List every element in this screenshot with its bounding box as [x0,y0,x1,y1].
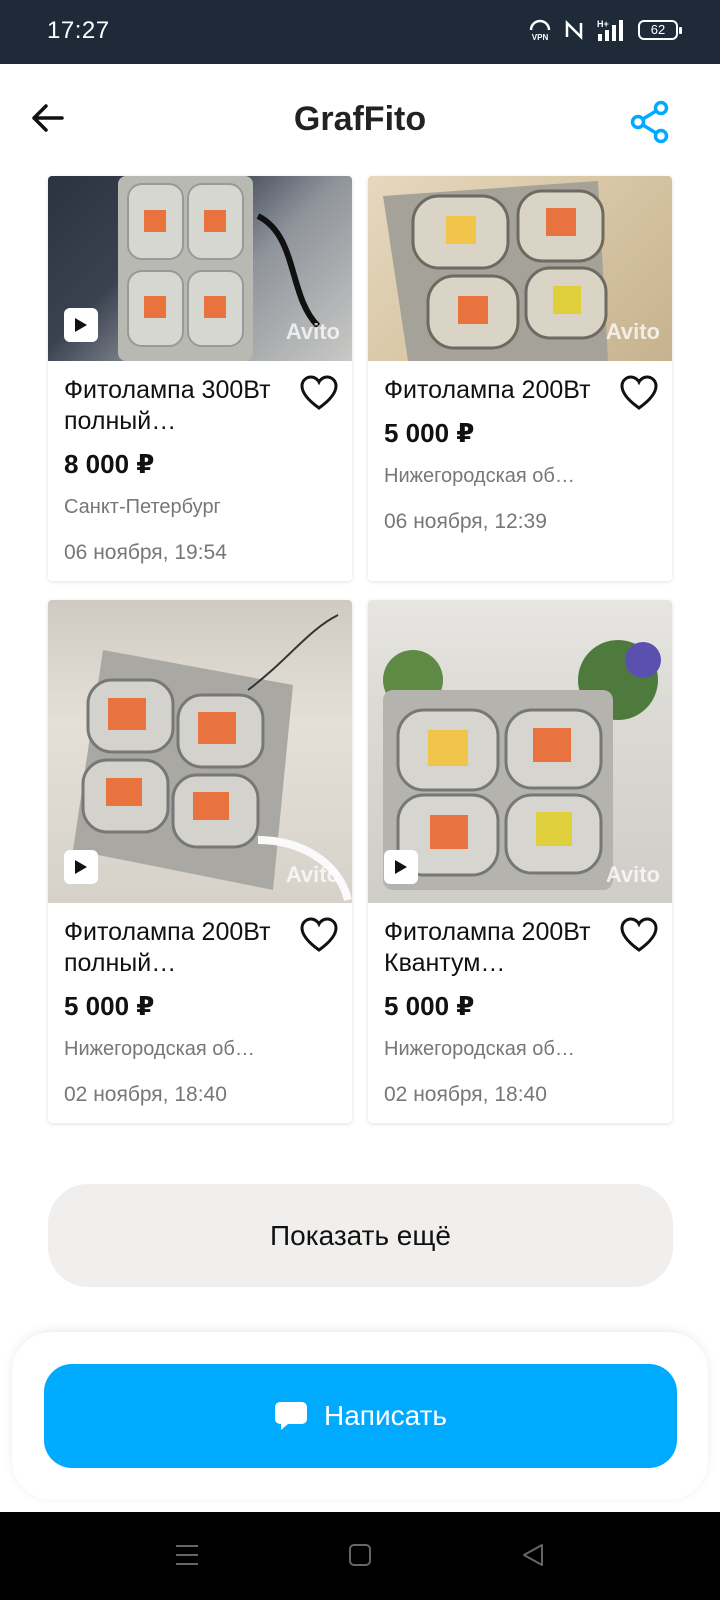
listing-location: Нижегородская об… [384,465,575,487]
listing-location: Санкт-Петербург [64,496,221,518]
nfc-icon [565,19,583,41]
listing-photo[interactable]: Avito [48,176,352,361]
page-title: GrafFito [293,100,427,138]
favorite-heart-icon[interactable] [300,375,338,411]
listing-photo[interactable]: Avito [368,176,672,361]
system-nav-bar [0,1512,720,1600]
listing-location: Нижегородская об… [384,1038,575,1060]
listing-price: 5 000 ₽ [64,991,155,1021]
write-message-button[interactable]: Написать [44,1364,677,1468]
listing-date: 06 ноября, 12:39 [384,510,547,533]
video-play-badge [64,308,98,342]
status-bar: 17:27 VPN H+ 62 [0,0,720,64]
listing-title[interactable]: Фитолампа 200Вт Квантум… [384,917,614,979]
home-icon[interactable] [348,1542,372,1568]
listing-price: 5 000 ₽ [384,418,475,448]
vpn-icon: VPN [529,19,551,42]
status-icons: VPN H+ 62 [528,18,682,42]
listing-title[interactable]: Фитолампа 200Вт полный… [64,917,294,979]
listing-info: Фитолампа 200Вт 5 000 ₽ Нижегородская об… [368,361,672,581]
svg-text:H+: H+ [597,19,609,29]
avito-watermark: Avito [285,319,340,344]
listing-date: 02 ноября, 18:40 [64,1083,227,1106]
listing-card[interactable]: Avito Фитолампа 200Вт полный… 5 000 ₽ Ни… [48,600,352,1123]
video-play-badge [64,850,98,884]
listing-price: 8 000 ₽ [64,449,155,479]
write-message-label: Написать [324,1400,447,1431]
favorite-heart-icon[interactable] [620,375,658,411]
avito-watermark: Avito [285,862,340,887]
listing-info: Фитолампа 300Вт полный… 8 000 ₽ Санкт-Пе… [48,361,352,581]
play-icon [75,860,87,874]
listing-info: Фитолампа 200Вт полный… 5 000 ₽ Нижегоро… [48,903,352,1123]
listing-title[interactable]: Фитолампа 200Вт [384,375,614,406]
battery-icon: 62 [638,20,682,40]
play-icon [395,860,407,874]
chat-bubble-icon [275,1402,308,1430]
listing-info: Фитолампа 200Вт Квантум… 5 000 ₽ Нижегор… [368,903,672,1123]
listing-card[interactable]: Avito Фитолампа 300Вт полный… 8 000 ₽ Са… [48,176,352,581]
listing-date: 02 ноября, 18:40 [384,1083,547,1106]
avito-watermark: Avito [605,862,660,887]
menu-icon[interactable] [174,1542,200,1568]
signal-icon: H+ [597,19,623,41]
play-icon [75,318,87,332]
listing-card[interactable]: Avito Фитолампа 200Вт 5 000 ₽ Нижегородс… [368,176,672,581]
status-time: 17:27 [47,17,110,44]
share-icon[interactable] [630,100,670,144]
listing-photo[interactable]: Avito [368,600,672,903]
listing-card[interactable]: Avito Фитолампа 200Вт Квантум… 5 000 ₽ Н… [368,600,672,1123]
back-triangle-icon[interactable] [520,1542,546,1568]
header: GrafFito [0,64,720,174]
listing-location: Нижегородская об… [64,1038,255,1060]
listing-photo[interactable]: Avito [48,600,352,903]
listing-date: 06 ноября, 19:54 [64,541,227,564]
video-play-badge [384,850,418,884]
show-more-button[interactable]: Показать ещё [48,1184,673,1287]
favorite-heart-icon[interactable] [620,917,658,953]
listing-title[interactable]: Фитолампа 300Вт полный… [64,375,294,437]
listing-price: 5 000 ₽ [384,991,475,1021]
svg-text:VPN: VPN [532,33,549,42]
avito-watermark: Avito [605,319,660,344]
favorite-heart-icon[interactable] [300,917,338,953]
